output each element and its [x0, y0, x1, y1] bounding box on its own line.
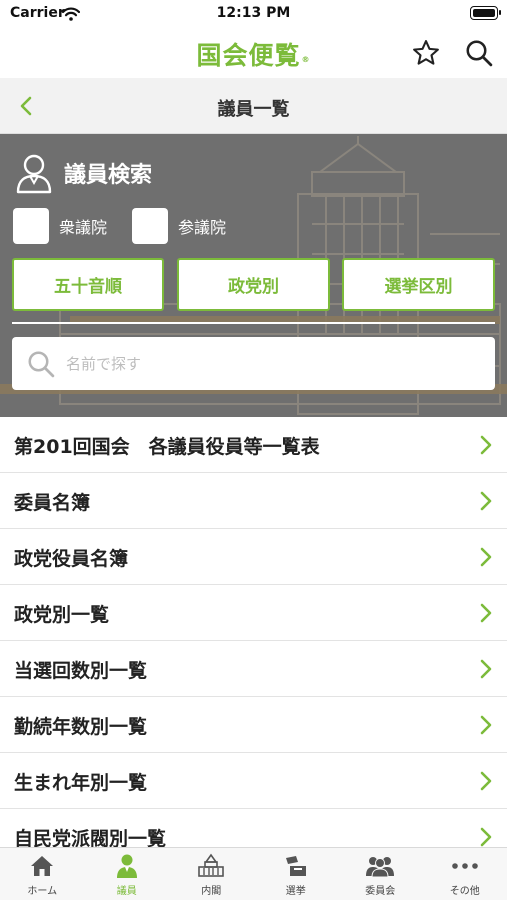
chevron-right-icon	[480, 491, 492, 511]
list-item-by-party[interactable]: 政党別一覧	[0, 585, 507, 641]
list-item-label: 勤続年数別一覧	[14, 716, 148, 738]
tab-cabinet[interactable]: 内閣	[169, 848, 254, 900]
name-search-field[interactable]	[12, 337, 495, 390]
tab-label: 委員会	[365, 886, 396, 897]
member-search-panel: 議員検索 衆議院 参議院 五十音順 政党別 選挙区別	[0, 134, 507, 417]
list-item-ldp-factions[interactable]: 自民党派閥別一覧	[0, 809, 507, 847]
chevron-right-icon	[480, 435, 492, 455]
registered-mark: ®	[301, 55, 311, 64]
checkbox-box[interactable]	[132, 208, 168, 244]
chevron-right-icon	[480, 547, 492, 567]
tab-bar: ホーム 議員 内閣 選挙 委員会 その他	[0, 847, 507, 900]
more-icon	[450, 853, 480, 879]
page-title: 議員一覧	[217, 99, 290, 120]
status-bar: Carrier 12:13 PM	[0, 0, 507, 28]
list-item-officers-table[interactable]: 第201回国会 各議員役員等一覧表	[0, 417, 507, 473]
tab-label: 選挙	[285, 886, 306, 897]
home-icon	[27, 853, 57, 879]
search-icon	[466, 40, 493, 67]
list-item-committee-roster[interactable]: 委員名簿	[0, 473, 507, 529]
house-of-councillors-checkbox[interactable]: 参議院	[132, 208, 226, 244]
member-icon	[112, 853, 142, 879]
tab-committees[interactable]: 委員会	[338, 848, 423, 900]
tab-label: その他	[449, 886, 480, 897]
sort-by-syllabary-button[interactable]: 五十音順	[12, 258, 164, 311]
list-item-label: 委員名簿	[14, 492, 91, 514]
search-icon	[28, 351, 55, 377]
tab-label: ホーム	[27, 886, 58, 897]
list-item-by-election-count[interactable]: 当選回数別一覧	[0, 641, 507, 697]
checkbox-label: 参議院	[178, 218, 227, 237]
list-item-party-officers[interactable]: 政党役員名簿	[0, 529, 507, 585]
chevron-right-icon	[480, 771, 492, 791]
list-item-label: 政党別一覧	[14, 604, 110, 626]
battery-icon	[470, 6, 501, 20]
committee-icon	[365, 853, 395, 879]
tab-home[interactable]: ホーム	[0, 848, 85, 900]
tab-members[interactable]: 議員	[85, 848, 170, 900]
list-item-label: 生まれ年別一覧	[14, 772, 148, 794]
star-icon	[413, 40, 439, 65]
house-of-representatives-checkbox[interactable]: 衆議院	[13, 208, 107, 244]
app-title-text: 国会便覧	[196, 41, 301, 70]
tab-election[interactable]: 選挙	[254, 848, 339, 900]
list-item-by-birth-year[interactable]: 生まれ年別一覧	[0, 753, 507, 809]
search-title: 議員検索	[64, 163, 153, 188]
navigation-bar: 議員一覧	[0, 78, 507, 134]
member-search-header: 議員検索	[14, 152, 152, 194]
clock-label: 12:13 PM	[216, 5, 291, 21]
tab-label: 内閣	[201, 886, 222, 897]
sort-by-party-button[interactable]: 政党別	[177, 258, 330, 311]
checkbox-label: 衆議院	[59, 218, 108, 237]
list-item-label: 当選回数別一覧	[14, 660, 148, 682]
list-item-by-years-served[interactable]: 勤続年数別一覧	[0, 697, 507, 753]
person-icon	[16, 154, 52, 194]
checkbox-box[interactable]	[13, 208, 49, 244]
favorites-button[interactable]	[409, 36, 443, 70]
tab-more[interactable]: その他	[423, 848, 507, 900]
list-item-label: 自民党派閥別一覧	[14, 828, 167, 847]
ballot-box-icon	[281, 853, 311, 879]
chevron-right-icon	[480, 603, 492, 623]
name-search-input[interactable]	[66, 354, 446, 373]
tab-label: 議員	[116, 886, 137, 897]
chevron-right-icon	[480, 827, 492, 847]
app-header: 国会便覧®	[0, 28, 507, 78]
list-item-label: 政党役員名簿	[14, 548, 129, 570]
menu-list: 第201回国会 各議員役員等一覧表 委員名簿 政党役員名簿 政党別一覧 当選回数…	[0, 417, 507, 847]
list-item-label: 第201回国会 各議員役員等一覧表	[14, 436, 320, 458]
chevron-right-icon	[480, 715, 492, 735]
header-search-button[interactable]	[462, 36, 496, 70]
diet-building-icon	[196, 853, 226, 879]
divider	[12, 322, 495, 324]
chevron-right-icon	[480, 659, 492, 679]
app-screen: Carrier 12:13 PM 国会便覧® 議員一覧 議員検索 衆議院 参議院…	[0, 0, 507, 900]
sort-by-district-button[interactable]: 選挙区別	[342, 258, 495, 311]
